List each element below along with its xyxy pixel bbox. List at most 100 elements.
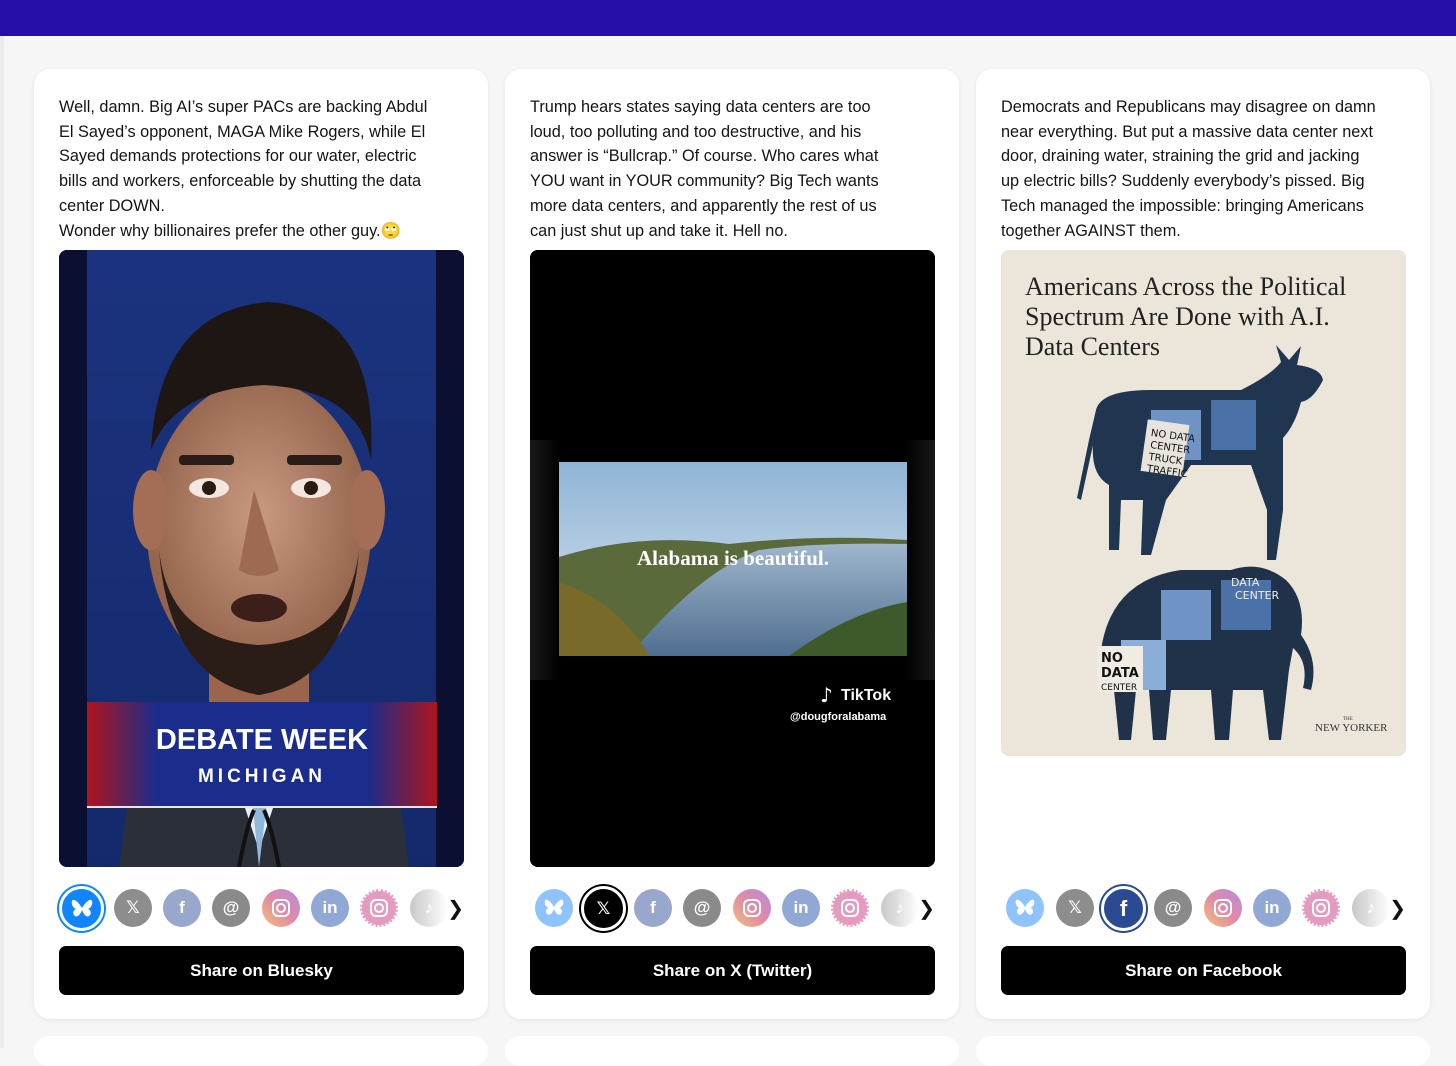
banner-subtitle: MICHIGAN — [198, 766, 326, 787]
post-card-1: Well, damn. Big AI’s super PACs are back… — [34, 69, 488, 1019]
post-text-line: Democrats and Republicans may disagree o… — [1001, 98, 1376, 116]
instagram-alt-icon[interactable] — [831, 889, 869, 927]
instagram-icon[interactable] — [733, 889, 771, 927]
previous-card-edge — [0, 36, 4, 1048]
protest-sign-text: CENTER — [1101, 683, 1137, 693]
more-icons-chevron[interactable]: ❯ — [918, 896, 935, 921]
facebook-glyph: f — [1119, 895, 1128, 921]
post-text: Well, damn. Big AI’s super PACs are back… — [59, 95, 465, 243]
next-card-top — [976, 1036, 1430, 1066]
post-text-line: up electric bills? Suddenly everybody’s … — [1001, 172, 1365, 191]
post-text-line: Trump hears states saying data centers a… — [530, 98, 871, 116]
post-text-line: YOU want in YOUR community? Big Tech wan… — [530, 172, 879, 191]
more-icons-chevron[interactable]: ❯ — [1389, 896, 1406, 921]
next-card-top — [505, 1036, 959, 1066]
camera-glyph — [1312, 899, 1330, 917]
threads-glyph: @ — [1164, 898, 1182, 917]
post-text-span: Wonder why billionaires prefer the other… — [59, 221, 381, 240]
share-button[interactable]: Share on X (Twitter) — [530, 946, 935, 995]
more-icons-chevron[interactable]: ❯ — [447, 896, 464, 921]
video-thumbnail-tiktok[interactable]: Alabama is beautiful. ♪ TikTok @dougfora… — [530, 250, 935, 867]
new-yorker-masthead: NEW YORKER — [1315, 722, 1388, 734]
bluesky-icon[interactable] — [1006, 889, 1044, 927]
post-text-line: El Sayed’s opponent, MAGA Mike Rogers, w… — [59, 122, 426, 141]
share-icon-row: 𝕏 f @ in ♪ ❯ — [59, 886, 464, 931]
x-icon[interactable]: 𝕏 — [1056, 889, 1094, 927]
tiktok-icon[interactable]: ♪ — [881, 889, 919, 927]
share-icon-row: 𝕏 f @ in ♪ ❯ — [530, 886, 935, 931]
facebook-glyph: f — [179, 898, 185, 917]
instagram-alt-icon[interactable] — [1302, 889, 1340, 927]
post-text-line: Sayed demands protections for our water,… — [59, 147, 417, 166]
x-icon[interactable]: 𝕏 — [114, 889, 152, 927]
threads-glyph: @ — [222, 898, 240, 917]
post-text-line: bills and workers, enforceable by shutti… — [59, 172, 422, 191]
instagram-icon[interactable] — [1204, 889, 1242, 927]
linkedin-glyph: in — [793, 898, 809, 917]
article-image-new-yorker[interactable]: Americans Across the Political Spectrum … — [1001, 250, 1406, 756]
headline-line: Data Centers — [1025, 332, 1160, 361]
post-text-line: more data centers, and apparently the re… — [530, 196, 877, 215]
camera-glyph — [1214, 899, 1232, 917]
new-yorker-illustration: Americans Across the Political Spectrum … — [1001, 250, 1406, 756]
next-card-top — [34, 1036, 488, 1066]
post-card-2: Trump hears states saying data centers a… — [505, 69, 959, 1019]
camera-glyph — [370, 899, 388, 917]
post-text: Trump hears states saying data centers a… — [530, 95, 936, 243]
bluesky-icon[interactable] — [535, 889, 573, 927]
post-text-line: Well, damn. Big AI’s super PACs are back… — [59, 98, 428, 116]
tiktok-icon[interactable]: ♪ — [1352, 889, 1390, 927]
linkedin-icon[interactable]: in — [782, 889, 820, 927]
tiktok-glyph: ♪ — [895, 898, 905, 917]
threads-glyph: @ — [693, 898, 711, 917]
post-text: Democrats and Republicans may disagree o… — [1001, 95, 1407, 243]
facebook-icon[interactable]: f — [634, 889, 672, 927]
video-thumbnail-debate[interactable]: DEBATE WEEK MICHIGAN — [59, 250, 464, 867]
x-glyph: 𝕏 — [596, 898, 611, 918]
tiktok-frame: Alabama is beautiful. ♪ TikTok @dougfora… — [530, 250, 935, 867]
tiktok-brand: TikTok — [841, 687, 891, 704]
butterfly-glyph — [71, 899, 92, 916]
tiktok-logo-icon: ♪ — [820, 683, 833, 707]
linkedin-icon[interactable]: in — [311, 889, 349, 927]
protest-sign-text: DATA — [1101, 666, 1139, 681]
instagram-icon[interactable] — [262, 889, 300, 927]
facebook-icon[interactable]: f — [163, 889, 201, 927]
post-text-line: loud, too polluting and too destructive,… — [530, 122, 862, 141]
tiktok-icon[interactable]: ♪ — [410, 889, 448, 927]
tiktok-handle: @dougforalabama — [790, 711, 887, 723]
banner-title: DEBATE WEEK — [156, 724, 368, 756]
tiktok-glyph: ♪ — [1366, 898, 1376, 917]
threads-icon[interactable]: @ — [212, 889, 250, 927]
linkedin-icon[interactable]: in — [1253, 889, 1291, 927]
camera-glyph — [743, 899, 761, 917]
post-text-line: answer is “Bullcrap.” Of course. Who car… — [530, 147, 879, 166]
butterfly-glyph — [1015, 899, 1035, 915]
threads-icon[interactable]: @ — [683, 889, 721, 927]
share-icon-row: 𝕏 f @ in ♪ ❯ — [1001, 886, 1406, 931]
protest-sign-text: CENTER — [1235, 589, 1280, 602]
x-icon[interactable]: 𝕏 — [581, 886, 626, 931]
eye-roll-emoji: 🙄 — [380, 221, 401, 240]
video-overlay-text: Alabama is beautiful. — [637, 546, 829, 570]
debate-frame: DEBATE WEEK MICHIGAN — [59, 250, 464, 867]
post-text-line: near everything. But put a massive data … — [1001, 122, 1373, 141]
headline-line: Americans Across the Political — [1025, 272, 1346, 301]
headline-line: Spectrum Are Done with A.I. — [1025, 302, 1330, 331]
protest-sign-text: DATA — [1231, 576, 1260, 589]
butterfly-glyph — [544, 899, 564, 915]
top-bar — [0, 0, 1456, 36]
threads-icon[interactable]: @ — [1154, 889, 1192, 927]
linkedin-glyph: in — [322, 898, 338, 917]
share-button[interactable]: Share on Facebook — [1001, 946, 1406, 995]
x-glyph: 𝕏 — [1068, 898, 1082, 917]
tiktok-glyph: ♪ — [424, 898, 434, 917]
share-button[interactable]: Share on Bluesky — [59, 946, 464, 995]
bluesky-icon[interactable] — [59, 886, 104, 931]
post-text-line: Wonder why billionaires prefer the other… — [59, 219, 465, 244]
post-text-line: can just shut up and take it. Hell no. — [530, 221, 788, 240]
camera-glyph — [841, 899, 859, 917]
x-glyph: 𝕏 — [126, 898, 140, 917]
facebook-icon[interactable]: f — [1101, 886, 1146, 931]
instagram-alt-icon[interactable] — [360, 889, 398, 927]
